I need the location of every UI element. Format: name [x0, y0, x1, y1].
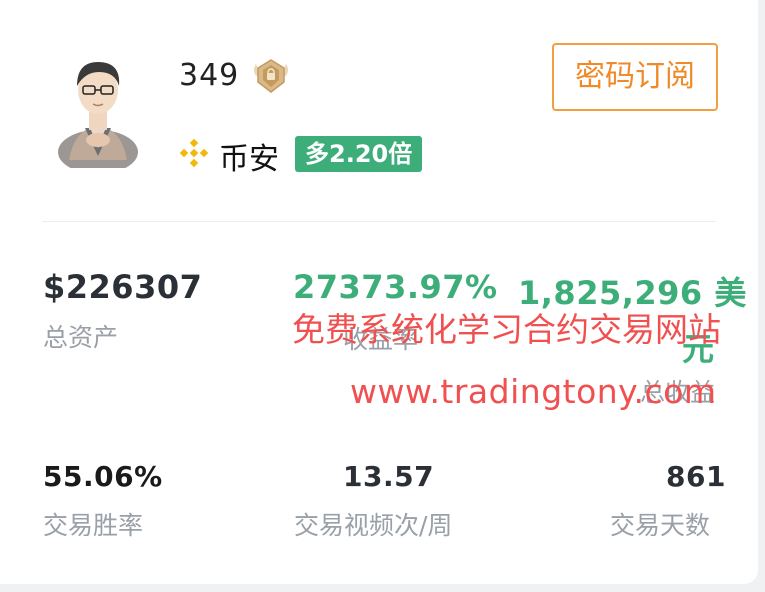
divider [42, 221, 716, 222]
subscribe-button[interactable]: 密码订阅 [552, 43, 718, 111]
user-avatar[interactable] [55, 48, 141, 168]
trader-profile-card: 349 币安 多2.20倍 密码订阅 $226307 总资产 27373.97%… [0, 0, 758, 584]
total-assets-value: $226307 [43, 268, 203, 306]
leverage-badge: 多2.20倍 [295, 136, 423, 172]
username: 349 [179, 58, 240, 93]
trading-days-value: 861 [666, 460, 726, 493]
exchange-name: 币安 [219, 142, 279, 177]
binance-logo-icon [179, 138, 209, 168]
rank-badge-icon [254, 59, 288, 93]
weekly-trades-value: 13.57 [343, 460, 435, 493]
watermark-url: www.tradingtony.com [350, 372, 717, 411]
yield-value: 27373.97% [293, 268, 498, 306]
weekly-trades-label: 交易视频次/周 [294, 511, 453, 540]
watermark-text: 免费系统化学习合约交易网站 [292, 310, 721, 349]
total-assets-label: 总资产 [43, 323, 119, 352]
win-rate-value: 55.06% [43, 460, 163, 493]
win-rate-label: 交易胜率 [43, 511, 144, 540]
trading-days-label: 交易天数 [610, 511, 711, 540]
